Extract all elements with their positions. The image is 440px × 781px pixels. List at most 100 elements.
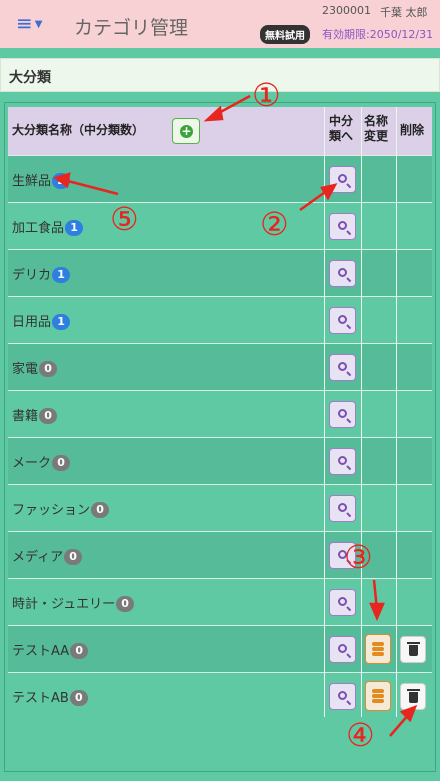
search-icon [338, 362, 347, 371]
subcategory-count-badge: 0 [116, 596, 135, 612]
category-name: 加工食品 1 [12, 217, 84, 236]
delete-button[interactable] [400, 636, 426, 663]
view-subcategories-button[interactable] [329, 166, 356, 193]
annotation-label-5: ⑤ [110, 200, 139, 238]
hamburger-icon: ≡ [16, 11, 33, 35]
search-icon [338, 268, 347, 277]
search-icon [338, 597, 347, 606]
view-subcategories-button[interactable] [329, 260, 356, 287]
search-icon [338, 503, 347, 512]
column-to-sub-header: 中分 類へ [329, 114, 353, 144]
view-subcategories-button[interactable] [329, 213, 356, 240]
category-name: 書籍 0 [12, 405, 58, 424]
table-row: テストAB 0 [8, 672, 432, 719]
column-rename-line1: 名称 [364, 114, 389, 128]
section-header: 大分類 [0, 58, 440, 92]
annotation-label-4: ④ [346, 716, 375, 754]
view-subcategories-button[interactable] [329, 354, 356, 381]
subcategory-count-badge: 1 [52, 267, 71, 283]
category-name: テストAA 0 [12, 640, 89, 659]
category-name: 家電 0 [12, 358, 58, 377]
rename-button[interactable] [365, 681, 391, 711]
category-label: 家電 [12, 362, 39, 377]
search-icon [338, 221, 347, 230]
delete-button[interactable] [400, 683, 426, 710]
annotation-label-1: ① [252, 76, 281, 114]
subcategory-count-badge: 0 [39, 408, 58, 424]
view-subcategories-button[interactable] [329, 636, 356, 663]
table-row: 書籍 0 [8, 390, 432, 437]
table-row: 加工食品 1 [8, 202, 432, 249]
search-icon [338, 409, 347, 418]
column-to-sub-line1: 中分 [329, 114, 354, 128]
category-table: 大分類名称（中分類数） + 中分 類へ 名称 変更 削除 生鮮品 2 加工食品 1 デリ… [8, 107, 432, 717]
table-row: 家電 0 [8, 343, 432, 390]
table-row: メーク 0 [8, 437, 432, 484]
search-icon [338, 456, 347, 465]
category-name: 時計・ジュエリー 0 [12, 593, 135, 612]
table-row: テストAA 0 [8, 625, 432, 672]
subcategory-count-badge: 2 [52, 173, 71, 189]
subcategory-count-badge: 0 [70, 643, 89, 659]
search-icon [338, 174, 347, 183]
category-name: メディア 0 [12, 546, 83, 565]
column-rename-line2: 変更 [364, 129, 389, 143]
trash-icon [407, 642, 420, 656]
database-icon [372, 689, 384, 703]
category-label: テストAB [12, 691, 69, 706]
column-rename-header: 名称 変更 [364, 114, 388, 144]
database-icon [372, 642, 384, 656]
subcategory-count-badge: 0 [39, 361, 58, 377]
category-name: 日用品 1 [12, 311, 71, 330]
search-icon [338, 644, 347, 653]
column-divider [324, 107, 325, 717]
subcategory-count-badge: 0 [52, 455, 71, 471]
rename-button[interactable] [365, 634, 391, 664]
view-subcategories-button[interactable] [329, 448, 356, 475]
add-category-button[interactable]: + [172, 118, 200, 144]
category-name: ファッション 0 [12, 499, 110, 518]
section-title: 大分類 [9, 70, 51, 86]
menu-button[interactable]: ≡ ▼ [16, 13, 42, 35]
category-label: 日用品 [12, 315, 52, 330]
view-subcategories-button[interactable] [329, 683, 356, 710]
user-id: 2300001 [322, 4, 371, 17]
category-name: テストAB 0 [12, 687, 88, 706]
subcategory-count-badge: 0 [91, 502, 110, 518]
expiration-date: 有効期限:2050/12/31 [322, 28, 434, 41]
subcategory-count-badge: 1 [65, 220, 84, 236]
table-row: 日用品 1 [8, 296, 432, 343]
plus-circle-icon: + [180, 124, 193, 138]
category-name: 生鮮品 2 [12, 170, 71, 189]
column-divider [396, 107, 397, 717]
view-subcategories-button[interactable] [329, 401, 356, 428]
category-label: テストAA [12, 644, 70, 659]
trial-badge: 無料試用 [260, 25, 310, 44]
view-subcategories-button[interactable] [329, 495, 356, 522]
view-subcategories-button[interactable] [329, 589, 356, 616]
column-to-sub-line2: 類へ [329, 129, 354, 143]
trash-icon [407, 689, 420, 703]
subcategory-count-badge: 0 [64, 549, 83, 565]
column-divider [361, 107, 362, 717]
subcategory-count-badge: 0 [69, 690, 88, 706]
user-name: 千葉 太郎 [380, 6, 428, 19]
table-row: 生鮮品 2 [8, 155, 432, 202]
category-label: メーク [12, 456, 52, 471]
search-icon [338, 691, 347, 700]
category-label: メディア [12, 550, 64, 565]
category-name: デリカ 1 [12, 264, 71, 283]
annotation-label-2: ② [260, 205, 289, 243]
table-row: デリカ 1 [8, 249, 432, 296]
column-name-header: 大分類名称（中分類数） [12, 123, 145, 137]
view-subcategories-button[interactable] [329, 307, 356, 334]
search-icon [338, 315, 347, 324]
app-header: ≡ ▼ カテゴリ管理 2300001 千葉 太郎 無料試用 有効期限:2050/1… [0, 0, 440, 48]
column-delete-header: 削除 [400, 123, 425, 137]
category-label: デリカ [12, 268, 52, 283]
subcategory-count-badge: 1 [52, 314, 71, 330]
annotation-label-3: ③ [344, 538, 373, 576]
category-label: ファッション [12, 503, 91, 518]
table-row: ファッション 0 [8, 484, 432, 531]
category-label: 加工食品 [12, 221, 65, 236]
